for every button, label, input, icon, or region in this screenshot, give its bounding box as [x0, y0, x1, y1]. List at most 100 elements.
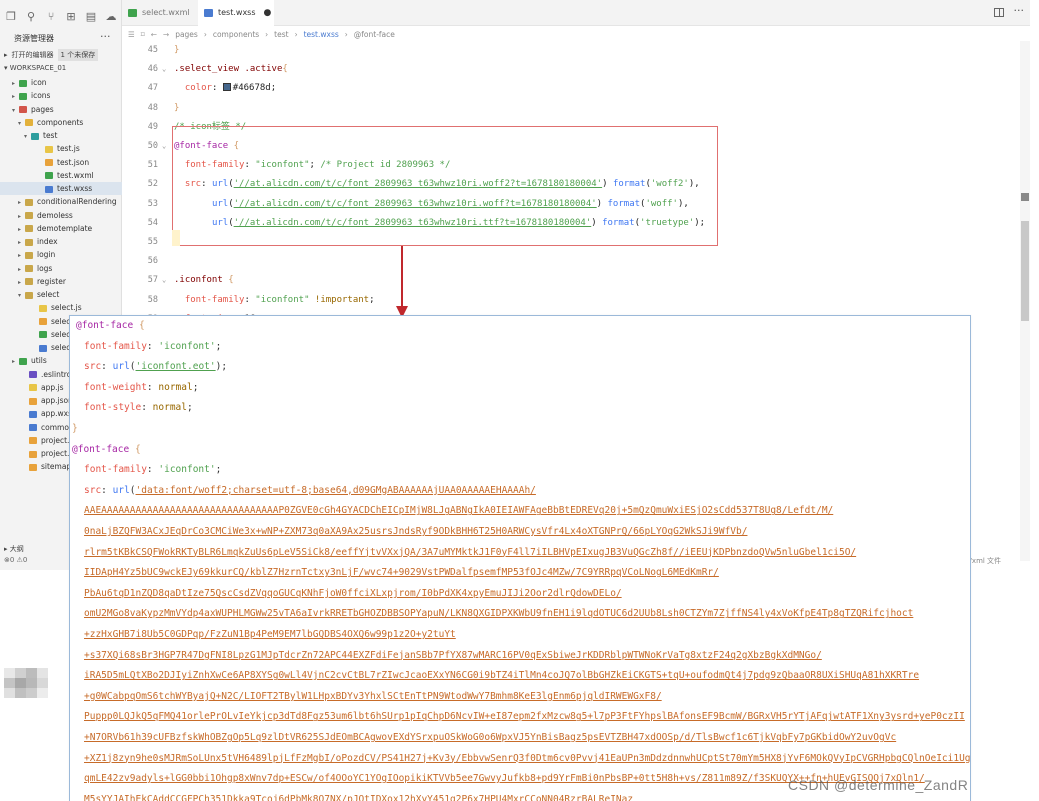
chevron-down-icon: ▾ — [12, 106, 16, 114]
folder-icon — [25, 291, 33, 299]
breadcrumb-item[interactable]: @font-face — [354, 30, 395, 39]
tree-item[interactable]: ▾ pages — [0, 103, 122, 116]
code-line[interactable]: 56 — [122, 252, 1012, 271]
line-number: 57 — [147, 275, 158, 286]
snippet-line: @font-face { — [76, 320, 145, 331]
tab-label: select.wxml — [142, 8, 190, 17]
line-number: 55 — [147, 237, 158, 247]
workspace-label: WORKSPACE_01 — [9, 64, 67, 72]
fold-chevron-icon[interactable]: ⌄ — [162, 60, 166, 79]
chevron-right-icon: ▸ — [12, 358, 16, 366]
folder-icon — [25, 212, 33, 219]
fold-chevron-icon[interactable]: ⌄ — [162, 137, 166, 156]
tree-item-label: pages — [31, 104, 54, 114]
tree-item-label: test.json — [57, 157, 90, 167]
line-number: 58 — [147, 294, 158, 305]
copy-icon[interactable]: ❐ — [4, 10, 18, 24]
tree-item[interactable]: ▸ register — [0, 275, 122, 288]
tree-item[interactable]: select.js — [0, 301, 122, 314]
watermark: CSDN @determine_ZandR — [788, 777, 969, 793]
tree-item-label: test.wxss — [57, 184, 93, 193]
line-number: 47 — [147, 83, 158, 94]
editor-scrollbar[interactable] — [1020, 41, 1030, 561]
chevron-right-icon: ▸ — [18, 225, 22, 233]
scroll-marker — [1021, 193, 1029, 201]
tab-test-wxss[interactable]: test.wxss ● — [198, 0, 274, 26]
snippet-line: font-style: normal; — [84, 402, 193, 414]
more-icon[interactable]: ··· — [1014, 4, 1025, 17]
explorer-title: 资源管理器 — [14, 34, 54, 43]
tree-item[interactable]: ▸ icon — [0, 76, 122, 89]
tree-item[interactable]: ▸ demotemplate — [0, 222, 122, 235]
open-editors-section[interactable]: ▸ 打开的编辑器 1 个未保存 — [4, 49, 99, 61]
code-line[interactable]: 58 font-family: "iconfont" !important; — [122, 291, 1012, 310]
problems-status[interactable]: ⊗0 ⚠0 — [4, 556, 27, 564]
folder-icon — [19, 79, 27, 87]
tree-item-label: test.wxml — [57, 170, 94, 180]
tree-item[interactable]: ▾ test — [0, 129, 122, 142]
search-icon[interactable]: ⚲ — [24, 10, 38, 24]
text-cursor — [970, 386, 971, 496]
code-text: font-family: "iconfont" !important; — [184, 294, 375, 305]
folder-icon — [25, 225, 33, 233]
branch-icon[interactable]: ⑂ — [44, 10, 58, 24]
tree-item-label: login — [37, 250, 56, 260]
folder-icon — [19, 106, 27, 113]
tree-item[interactable]: test.js — [0, 142, 122, 155]
extensions-icon[interactable]: ⊞ — [64, 10, 78, 24]
list-icon[interactable]: ☰ — [128, 30, 135, 39]
fold-chevron-icon[interactable]: ⌄ — [162, 271, 166, 290]
tree-item[interactable]: ▸ conditionalRendering — [0, 195, 122, 208]
breadcrumb-item[interactable]: components — [213, 30, 259, 39]
tree-item[interactable]: ▸ logs — [0, 262, 122, 275]
sidebar-toolbar: ❐ ⚲ ⑂ ⊞ ▤ ☁ — [4, 6, 118, 28]
tree-item[interactable]: ▾ select — [0, 288, 122, 301]
tree-item[interactable]: test.wxss — [0, 182, 122, 195]
folder-icon — [19, 92, 27, 100]
workspace-section[interactable]: ▾ WORKSPACE_01 — [4, 64, 66, 72]
tree-item-label: select — [37, 290, 60, 299]
wxss-file-icon — [204, 9, 213, 17]
database-icon[interactable]: ▤ — [84, 10, 98, 24]
tree-item[interactable]: ▸ demoless — [0, 209, 122, 222]
file-icon — [45, 159, 53, 166]
unsaved-dot-icon[interactable]: ● — [264, 8, 272, 18]
cloud-icon[interactable]: ☁ — [104, 10, 118, 24]
tree-item[interactable]: test.json — [0, 156, 122, 169]
line-number: 53 — [147, 198, 158, 209]
snippet-line: } — [72, 423, 78, 434]
tree-item[interactable]: ▸ icons — [0, 89, 122, 102]
tree-item[interactable]: ▸ login — [0, 248, 122, 261]
line-number: 51 — [147, 160, 158, 171]
code-line[interactable]: 46 ⌄ .select_view .active{ — [122, 60, 1012, 79]
breadcrumb-item[interactable]: pages — [175, 30, 198, 39]
bookmark-icon[interactable]: ⌑ — [141, 30, 145, 39]
tab-label: test.wxss — [218, 8, 256, 17]
more-actions-button[interactable]: ··· — [100, 30, 111, 43]
code-line[interactable]: 48} — [122, 99, 1012, 118]
open-editors-label: 打开的编辑器 — [11, 51, 54, 59]
file-icon — [29, 437, 37, 445]
breadcrumb-item[interactable]: test — [274, 30, 288, 39]
chevron-right-icon: ▸ — [18, 252, 22, 260]
snippet-line: iRA5D5mLQtXBo2DJIyiZnhXwCe6AP8XYSg0wLl4V… — [84, 670, 920, 682]
tab-select-wxml[interactable]: select.wxml — [122, 0, 196, 26]
code-line[interactable]: 47 color: #46678d; — [122, 79, 1012, 98]
breadcrumb-item[interactable]: test.wxss — [304, 30, 339, 39]
forward-icon[interactable]: → — [163, 30, 169, 39]
tree-item[interactable]: test.wxml — [0, 169, 122, 182]
tree-item[interactable]: ▾ components — [0, 116, 122, 129]
chevron-right-icon: ▸ — [18, 278, 22, 286]
code-line[interactable]: 57 ⌄ .iconfont { — [122, 271, 1012, 290]
back-icon[interactable]: ← — [151, 30, 157, 39]
outline-section[interactable]: ▸ 大纲 — [4, 544, 24, 554]
scroll-thumb[interactable] — [1021, 221, 1029, 321]
code-line[interactable]: 45} — [122, 41, 1012, 60]
snippet-line: @font-face { — [72, 443, 141, 455]
snippet-line: src: url('data:font/woff2;charset=utf-8;… — [84, 484, 536, 496]
snippet-line: src: url('iconfont.eot'); — [84, 361, 228, 373]
tree-item-label: utils — [31, 356, 47, 366]
tree-item[interactable]: ▸ index — [0, 235, 122, 248]
code-snippet-overlay: @font-face {font-family: 'iconfont'; src:… — [69, 315, 971, 801]
split-editor-icon[interactable] — [994, 8, 1004, 17]
